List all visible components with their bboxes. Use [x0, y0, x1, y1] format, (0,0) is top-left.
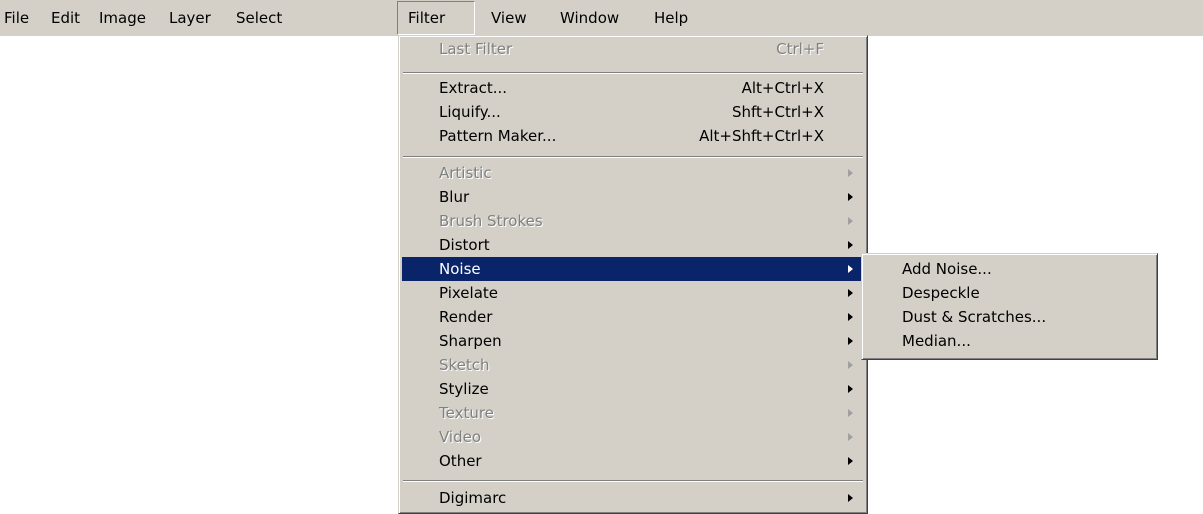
menu-item-brush-strokes[interactable]: Brush Strokes [402, 209, 864, 233]
submenu-arrow-icon [848, 337, 853, 345]
submenu-item-label: Median... [902, 332, 971, 350]
menu-item-shortcut: Alt+Shft+Ctrl+X [699, 127, 824, 145]
menu-item-label: Sketch [439, 356, 490, 374]
menu-item-label: Noise [439, 260, 481, 278]
submenu-arrow-icon [848, 457, 853, 465]
menu-item-label: Brush Strokes [439, 212, 543, 230]
menu-item-sketch[interactable]: Sketch [402, 353, 864, 377]
menu-item-stylize[interactable]: Stylize [402, 377, 864, 401]
menu-item-extract[interactable]: Extract... Alt+Ctrl+X [402, 76, 864, 100]
menu-select[interactable]: Select [236, 0, 282, 36]
menu-item-sharpen[interactable]: Sharpen [402, 329, 864, 353]
menu-item-last-filter[interactable]: Last Filter Ctrl+F [402, 37, 864, 61]
menu-item-label: Other [439, 452, 482, 470]
submenu-arrow-icon [848, 409, 853, 417]
submenu-item-add-noise[interactable]: Add Noise... [865, 257, 1154, 281]
menu-item-label: Pattern Maker... [439, 127, 557, 145]
menu-item-video[interactable]: Video [402, 425, 864, 449]
menu-view[interactable]: View [491, 0, 527, 36]
menu-help[interactable]: Help [654, 0, 688, 36]
menu-item-label: Pixelate [439, 284, 498, 302]
submenu-arrow-icon [848, 169, 853, 177]
menu-item-distort[interactable]: Distort [402, 233, 864, 257]
submenu-item-despeckle[interactable]: Despeckle [865, 281, 1154, 305]
submenu-arrow-icon [848, 193, 853, 201]
menu-item-shortcut: Alt+Ctrl+X [741, 79, 824, 97]
menu-item-render[interactable]: Render [402, 305, 864, 329]
menu-item-other[interactable]: Other [402, 449, 864, 473]
submenu-item-label: Add Noise... [902, 260, 992, 278]
menubar: File Edit Image Layer Select Filter View… [0, 0, 1203, 36]
menu-item-blur[interactable]: Blur [402, 185, 864, 209]
menu-item-artistic[interactable]: Artistic [402, 161, 864, 185]
noise-submenu: Add Noise... Despeckle Dust & Scratches.… [861, 253, 1158, 360]
submenu-item-dust-scratches[interactable]: Dust & Scratches... [865, 305, 1154, 329]
menu-item-label: Video [439, 428, 482, 446]
submenu-arrow-icon [848, 289, 853, 297]
submenu-arrow-icon [848, 385, 853, 393]
menu-item-label: Extract... [439, 79, 508, 97]
menu-item-label: Sharpen [439, 332, 502, 350]
menu-item-texture[interactable]: Texture [402, 401, 864, 425]
menu-item-noise[interactable]: Noise [402, 257, 864, 281]
menu-image[interactable]: Image [99, 0, 146, 36]
menu-layer[interactable]: Layer [169, 0, 211, 36]
submenu-arrow-icon [848, 217, 853, 225]
submenu-arrow-icon [848, 313, 853, 321]
menu-item-label: Artistic [439, 164, 492, 182]
menu-item-pixelate[interactable]: Pixelate [402, 281, 864, 305]
submenu-arrow-icon [848, 361, 853, 369]
submenu-arrow-icon [848, 433, 853, 441]
filter-menu: Last Filter Ctrl+F Extract... Alt+Ctrl+X… [398, 35, 868, 514]
menu-filter[interactable]: Filter [397, 1, 475, 35]
menu-item-label: Liquify... [439, 103, 501, 121]
submenu-item-label: Dust & Scratches... [902, 308, 1047, 326]
menu-item-shortcut: Ctrl+F [776, 40, 824, 58]
menu-separator [403, 72, 863, 74]
menu-item-label: Texture [439, 404, 494, 422]
menu-item-label: Stylize [439, 380, 489, 398]
menu-item-digimarc[interactable]: Digimarc [402, 486, 864, 510]
menu-item-label: Last Filter [439, 40, 513, 58]
menu-separator [403, 156, 863, 158]
menu-item-label: Digimarc [439, 489, 507, 507]
submenu-item-median[interactable]: Median... [865, 329, 1154, 353]
submenu-arrow-icon [848, 494, 853, 502]
menu-item-label: Render [439, 308, 493, 326]
menu-edit[interactable]: Edit [51, 0, 80, 36]
submenu-arrow-icon [848, 265, 853, 273]
menu-separator [403, 480, 863, 482]
menu-item-pattern-maker[interactable]: Pattern Maker... Alt+Shft+Ctrl+X [402, 124, 864, 148]
submenu-arrow-icon [848, 241, 853, 249]
submenu-item-label: Despeckle [902, 284, 980, 302]
menu-file[interactable]: File [4, 0, 29, 36]
menu-item-label: Distort [439, 236, 490, 254]
menu-item-liquify[interactable]: Liquify... Shft+Ctrl+X [402, 100, 864, 124]
menu-item-label: Blur [439, 188, 470, 206]
menu-item-shortcut: Shft+Ctrl+X [731, 103, 824, 121]
menu-window[interactable]: Window [560, 0, 619, 36]
